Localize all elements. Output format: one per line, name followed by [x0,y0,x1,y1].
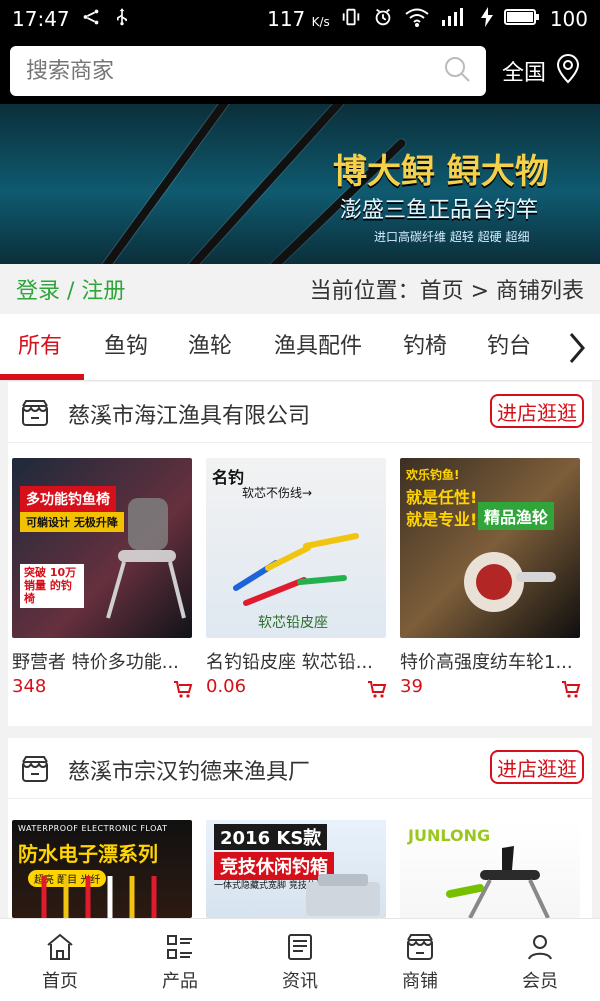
location-pin-icon [554,52,582,90]
product-image[interactable]: 欢乐钓鱼! 就是任性! 就是专业! 精品渔轮 [400,458,580,638]
signal-icon [440,6,470,33]
search-icon[interactable] [442,54,472,88]
tab-reel[interactable]: 渔轮 [188,314,232,380]
tab-fish-hook[interactable]: 鱼钩 [104,314,148,380]
wifi-icon [404,6,430,33]
product-image-text: WATERPROOF ELECTRONIC FLOAT [18,824,168,833]
login-register-link[interactable]: 登录 / 注册 [16,273,125,305]
product-image-text: 就是任性! [406,488,478,507]
network-speed: 117 K/s [267,7,330,31]
cart-icon[interactable] [560,678,582,700]
product-image-text: 软芯铅皮座 [258,615,328,631]
product-image-text: 精品渔轮 [478,502,555,530]
fishing-seat-illustration [446,846,550,918]
vibrate-icon [340,6,362,33]
network-speed-unit: K/s [311,15,330,29]
product-image-text: 突破 10万销量 的钓椅 [20,564,84,608]
alarm-icon [372,6,394,33]
product-image[interactable]: JUNLONG [400,820,580,918]
tab-fishing-platform[interactable]: 钓台 [487,314,531,380]
nav-label-member: 会员 [522,971,558,992]
tackle-box-illustration [306,874,380,916]
nav-member[interactable]: 会员 [480,919,600,1001]
store-icon [20,398,50,428]
search-input[interactable] [24,57,408,85]
fishing-chair-illustration [106,498,186,619]
battery-icon [503,7,540,32]
search-box[interactable] [10,46,486,96]
product-image-text: 2016 KS款 [214,824,328,850]
shop-name[interactable]: 慈溪市海江渔具有限公司 [68,398,310,430]
home-icon [44,931,76,963]
product-title: 特价高强度纺车轮1... [400,652,573,673]
nav-products[interactable]: 产品 [120,919,240,1001]
nav-label-news: 资讯 [282,971,318,992]
product-image[interactable]: 名钓 软芯不伤线→ 软芯铅皮座 [206,458,386,638]
product-image[interactable]: 多功能钓鱼椅 可躺设计 无极升降 突破 10万销量 的钓椅 [12,458,192,638]
cart-icon[interactable] [172,678,194,700]
shop-card: 慈溪市宗汉钓德来渔具厂 进店逛逛 WATERPROOF ELECTRONIC F… [8,738,592,918]
banner-subtitle: 澎盛三鱼正品台钓竿 [340,198,539,223]
region-selector[interactable]: 全国 [502,52,582,90]
nav-label-shops: 商铺 [402,971,438,992]
product-image-text: 防水电子漂系列 [18,842,158,866]
store-icon [404,931,436,963]
top-bar: 全国 [0,38,600,104]
category-tabs: 所有 鱼钩 渔轮 渔具配件 钓椅 钓台 [0,314,600,381]
nav-home[interactable]: 首页 [0,919,120,1001]
usb-icon [112,6,132,33]
product-image-text: 就是专业! [406,510,478,529]
product-image-text: 名钓 [212,468,245,487]
active-tab-indicator [0,374,84,380]
tab-all[interactable]: 所有 [18,314,62,380]
shop-header: 慈溪市宗汉钓德来渔具厂 进店逛逛 [8,738,592,799]
status-time: 17:47 [12,7,70,31]
tab-accessories[interactable]: 渔具配件 [274,314,362,380]
shop-card: 慈溪市海江渔具有限公司 进店逛逛 多功能钓鱼椅 可躺设计 无极升降 突破 10万… [8,382,592,726]
product-price: 348 [12,676,47,697]
store-icon [20,754,50,784]
chevron-right-icon[interactable] [562,330,592,366]
grid-list-icon [164,931,196,963]
cart-icon[interactable] [366,678,388,700]
product-title: 名钓铅皮座 软芯铅... [206,652,373,673]
user-icon [524,931,556,963]
enter-shop-button[interactable]: 进店逛逛 [490,394,584,428]
charging-icon [480,6,494,33]
nav-label-products: 产品 [162,971,198,992]
banner-rod [147,104,354,264]
product-price: 39 [400,676,423,697]
product-title: 野营者 特价多功能... [12,652,179,673]
promo-banner[interactable]: 博大鲟 鲟大物 澎盛三鱼正品台钓竿 进口高碳纤维 超轻 超硬 超细 [0,104,600,264]
lead-sleeves-illustration [233,533,359,606]
region-label: 全国 [502,61,547,86]
shop-header: 慈溪市海江渔具有限公司 进店逛逛 [8,382,592,443]
banner-small-text: 进口高碳纤维 超轻 超硬 超细 [374,230,530,244]
product-price: 0.06 [206,676,247,697]
banner-title: 博大鲟 鲟大物 [333,152,549,192]
share-icon [80,6,102,33]
enter-shop-button[interactable]: 进店逛逛 [490,750,584,784]
news-icon [284,931,316,963]
breadcrumb-bar: 登录 / 注册 当前位置：首页 > 商铺列表 [0,264,600,314]
battery-level: 100 [549,7,588,31]
shop-name[interactable]: 慈溪市宗汉钓德来渔具厂 [68,754,310,786]
electronic-float-illustration [41,876,157,918]
banner-rod [86,104,288,264]
bottom-navigation: 首页 产品 资讯 商铺 会员 [0,918,600,1001]
network-speed-value: 117 [267,7,306,31]
product-image-text: 欢乐钓鱼! [406,468,460,482]
tab-fishing-chair[interactable]: 钓椅 [403,314,447,380]
spinning-reel-illustration [464,552,556,612]
nav-news[interactable]: 资讯 [240,919,360,1001]
product-image[interactable]: WATERPROOF ELECTRONIC FLOAT 防水电子漂系列 超亮 醒… [12,820,192,918]
nav-shops[interactable]: 商铺 [360,919,480,1001]
status-bar: 17:47 117 K/s 100 [0,0,600,38]
breadcrumb: 当前位置：首页 > 商铺列表 [309,279,584,304]
product-image-text: 软芯不伤线→ [242,486,313,500]
product-image[interactable]: 2016 KS款 竞技休闲钓箱 一体式隐藏式宽脚 竞技休闲钓鱼箱 [206,820,386,918]
nav-label-home: 首页 [42,971,78,992]
